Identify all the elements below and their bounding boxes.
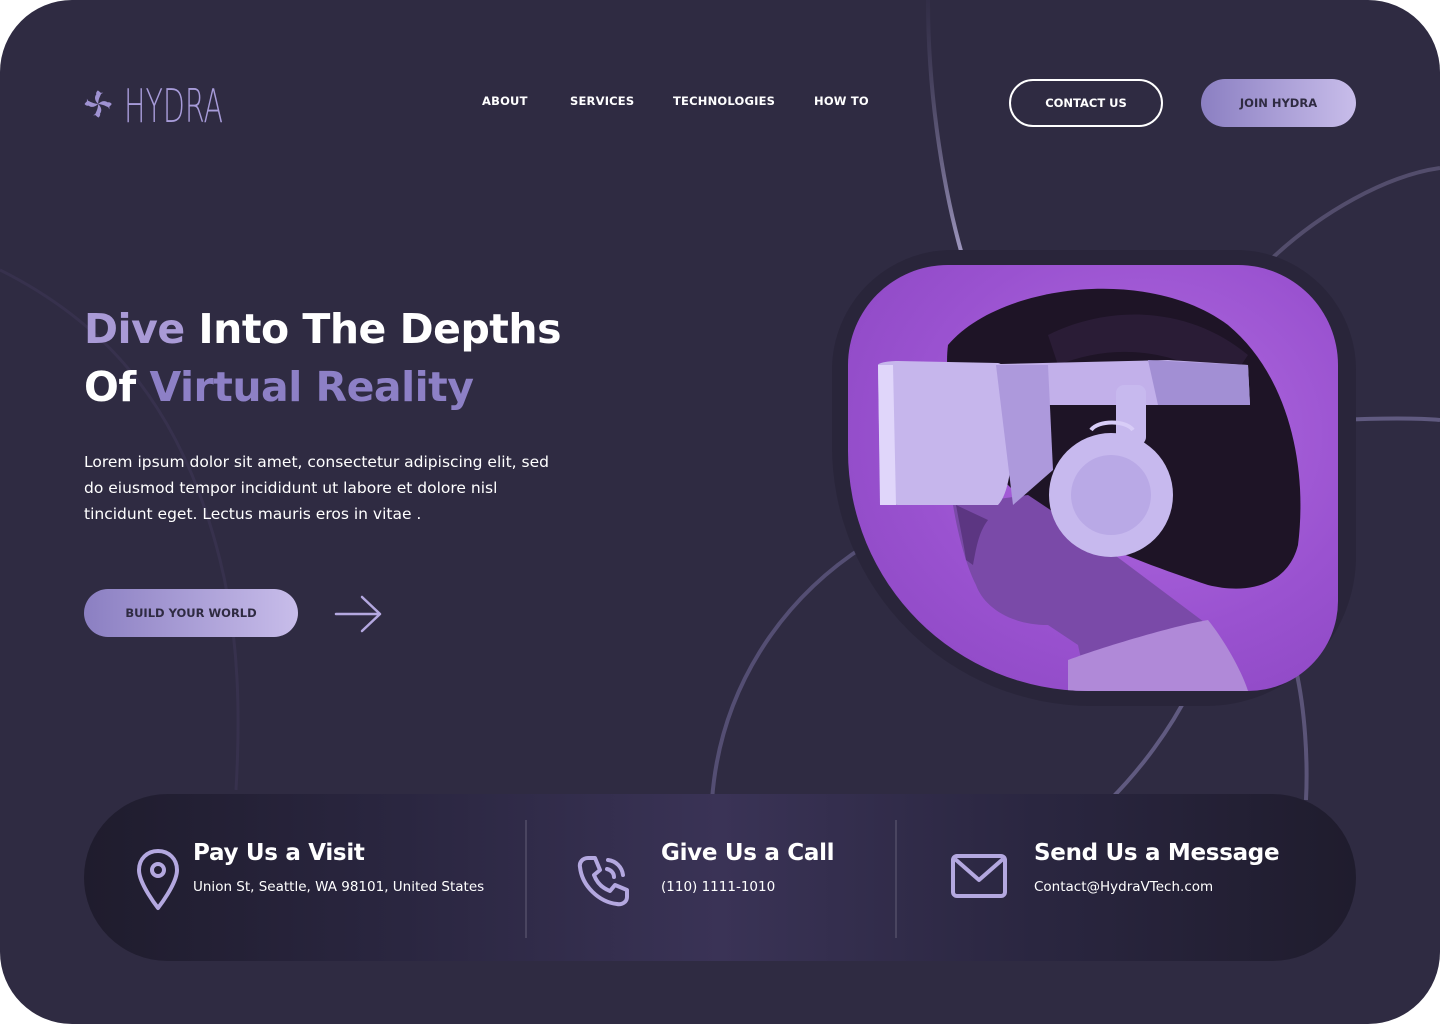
hero-description: Lorem ipsum dolor sit amet, consectetur … xyxy=(84,453,549,523)
phone-icon xyxy=(577,856,629,907)
nav-item-how-to[interactable]: HOW TO xyxy=(814,94,869,108)
location-pin-icon xyxy=(137,849,179,910)
hero-title: Dive Into The Depths Of Virtual Reality xyxy=(84,300,644,416)
nav-item-about[interactable]: ABOUT xyxy=(482,94,528,108)
hero-title-dive: Dive xyxy=(84,305,185,353)
contact-visit-title: Pay Us a Visit xyxy=(193,840,365,866)
contact-us-button[interactable]: CONTACT US xyxy=(1009,79,1163,127)
join-hydra-button[interactable]: JOIN HYDRA xyxy=(1201,79,1356,127)
contact-item-message: Send Us a Message Contact@HydraVTech.com xyxy=(1034,840,1280,895)
contact-divider xyxy=(525,820,527,938)
contact-message-email[interactable]: Contact@HydraVTech.com xyxy=(1034,879,1279,895)
landing-page: HYDRA ABOUT SERVICES TECHNOLOGIES HOW TO… xyxy=(0,0,1440,1024)
build-your-world-button[interactable]: BUILD YOUR WORLD xyxy=(84,589,298,637)
contact-call-title: Give Us a Call xyxy=(661,840,835,866)
brand-logo[interactable]: HYDRA xyxy=(84,48,284,160)
arrow-right-icon[interactable] xyxy=(334,594,384,634)
contact-message-title: Send Us a Message xyxy=(1034,840,1280,866)
contact-item-call: Give Us a Call (110) 1111-1010 xyxy=(661,840,835,895)
hydra-logo-icon xyxy=(84,90,112,118)
mail-icon xyxy=(951,854,1007,898)
hero-title-depths: Into The Depths xyxy=(184,305,561,353)
nav-item-technologies[interactable]: TECHNOLOGIES xyxy=(673,94,775,108)
contact-item-visit: Pay Us a Visit Union St, Seattle, WA 981… xyxy=(193,840,484,895)
nav-item-services[interactable]: SERVICES xyxy=(570,94,634,108)
contact-call-phone[interactable]: (110) 1111-1010 xyxy=(661,879,834,895)
contact-visit-address: Union St, Seattle, WA 98101, United Stat… xyxy=(193,879,485,895)
hero-title-virtual-reality: Virtual Reality xyxy=(149,363,474,411)
hero-title-of: Of xyxy=(84,363,150,411)
brand-name: HYDRA xyxy=(124,79,224,133)
contact-divider xyxy=(895,820,897,938)
